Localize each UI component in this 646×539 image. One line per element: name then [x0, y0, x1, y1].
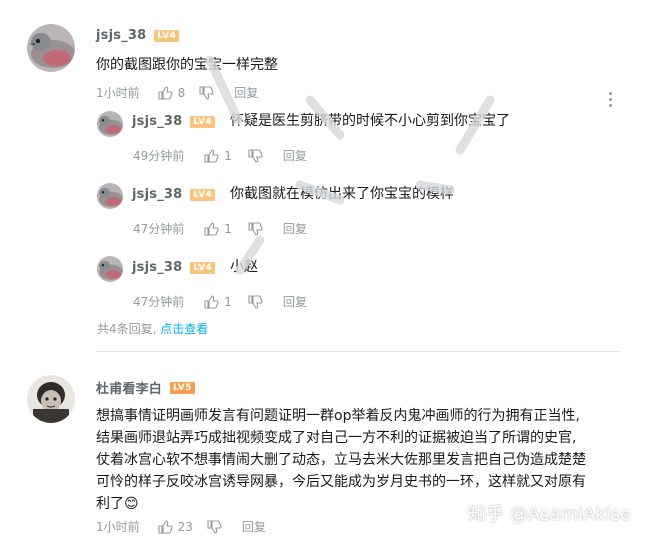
- comment-time: 1小时前: [96, 520, 140, 534]
- avatar[interactable]: [27, 24, 75, 72]
- level-badge: LV5: [170, 381, 195, 394]
- comment-actions: 1小时前 23 回复: [96, 518, 266, 535]
- avatar[interactable]: [27, 375, 75, 423]
- like-button[interactable]: 23: [158, 520, 193, 534]
- thumbs-down-icon: [207, 519, 222, 534]
- thumbs-up-icon: [158, 519, 173, 534]
- comment-line: 可怜的样子反咬冰宫诱导网暴，今后又能成为岁月史书的一环，这样就又对原有: [96, 474, 586, 490]
- username[interactable]: 杜甫看李白: [96, 378, 162, 397]
- reply-time: 47分钟前: [133, 222, 185, 236]
- smile-emoji-icon: 😊: [124, 496, 139, 512]
- avatar-pigeon-icon: [97, 256, 123, 282]
- like-button[interactable]: 1: [204, 295, 232, 309]
- sub-reply-count: 共4条回复,: [97, 322, 157, 336]
- avatar-portrait-icon: [27, 375, 75, 423]
- avatar[interactable]: [97, 256, 123, 282]
- like-button[interactable]: 8: [158, 85, 186, 100]
- reply-button[interactable]: 回复: [283, 293, 307, 310]
- reply-actions: 47分钟前 1 回复: [133, 293, 307, 310]
- comment-line: 想搞事情证明画师发言有问题证明一群op举着反内鬼冲画师的行为拥有正当性,: [96, 408, 580, 424]
- view-replies-link[interactable]: 点击查看: [160, 322, 208, 336]
- watermark: 知乎 @AsamiAkise: [468, 504, 632, 525]
- reply-username[interactable]: jsjs_38: [132, 114, 182, 129]
- avatar-pigeon-icon: [97, 183, 123, 209]
- like-count: 1: [224, 294, 232, 309]
- sub-reply-summary: 共4条回复, 点击查看: [97, 320, 208, 337]
- divider: [96, 351, 620, 352]
- like-count: 8: [177, 85, 186, 100]
- dislike-button[interactable]: [248, 294, 263, 309]
- reply-username[interactable]: jsjs_38: [132, 187, 182, 202]
- thumbs-down-icon: [248, 294, 263, 309]
- like-count: 23: [177, 519, 193, 534]
- avatar[interactable]: [97, 111, 123, 137]
- avatar[interactable]: [97, 183, 123, 209]
- avatar-pigeon-icon: [27, 24, 75, 72]
- reply-button[interactable]: 回复: [242, 518, 266, 535]
- more-icon[interactable]: [609, 92, 613, 110]
- comment-line: 仗着冰宫心软不想事情闹大删了动态，立马去米大佐那里发言把自己伪造成楚楚: [96, 452, 586, 468]
- reply-time: 47分钟前: [133, 295, 185, 309]
- reply-time: 49分钟前: [133, 149, 185, 163]
- username[interactable]: jsjs_38: [96, 28, 146, 43]
- dislike-button[interactable]: [207, 519, 222, 534]
- comment-time: 1小时前: [96, 86, 140, 100]
- thumbs-up-icon: [204, 294, 219, 309]
- thumbs-up-icon: [158, 85, 173, 100]
- comment-line: 结果画师退站弄巧成拙视频变成了对自己一方不利的证据被迫当了所谓的史官,: [96, 430, 577, 446]
- avatar-pigeon-icon: [97, 111, 123, 137]
- reply-username[interactable]: jsjs_38: [132, 260, 182, 275]
- level-badge: LV4: [154, 29, 180, 42]
- overlay-scribbles: [205, 55, 495, 275]
- comment-text: 想搞事情证明画师发言有问题证明一群op举着反内鬼冲画师的行为拥有正当性, 结果画…: [96, 405, 626, 515]
